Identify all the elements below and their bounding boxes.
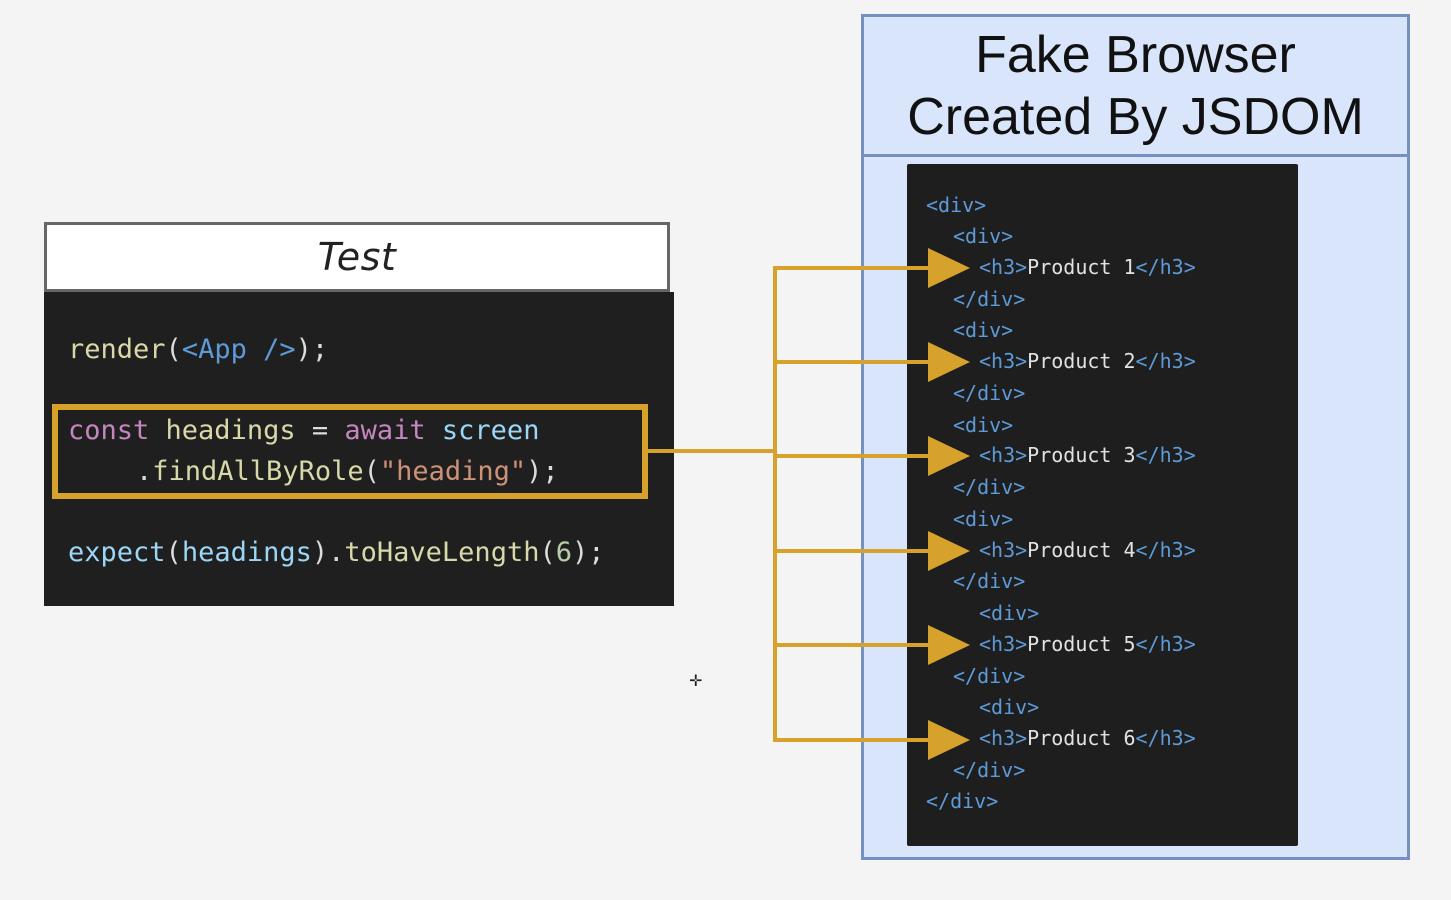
arrowhead-icon xyxy=(928,720,970,760)
arrowhead-icon xyxy=(928,248,970,288)
arrowhead-icon xyxy=(928,531,970,571)
arrowhead-icon xyxy=(928,436,970,476)
arrowhead-icon xyxy=(928,625,970,665)
arrowhead-icon xyxy=(928,342,970,382)
move-cursor-icon: ✛ xyxy=(689,671,703,690)
connector-arrows xyxy=(648,248,970,760)
